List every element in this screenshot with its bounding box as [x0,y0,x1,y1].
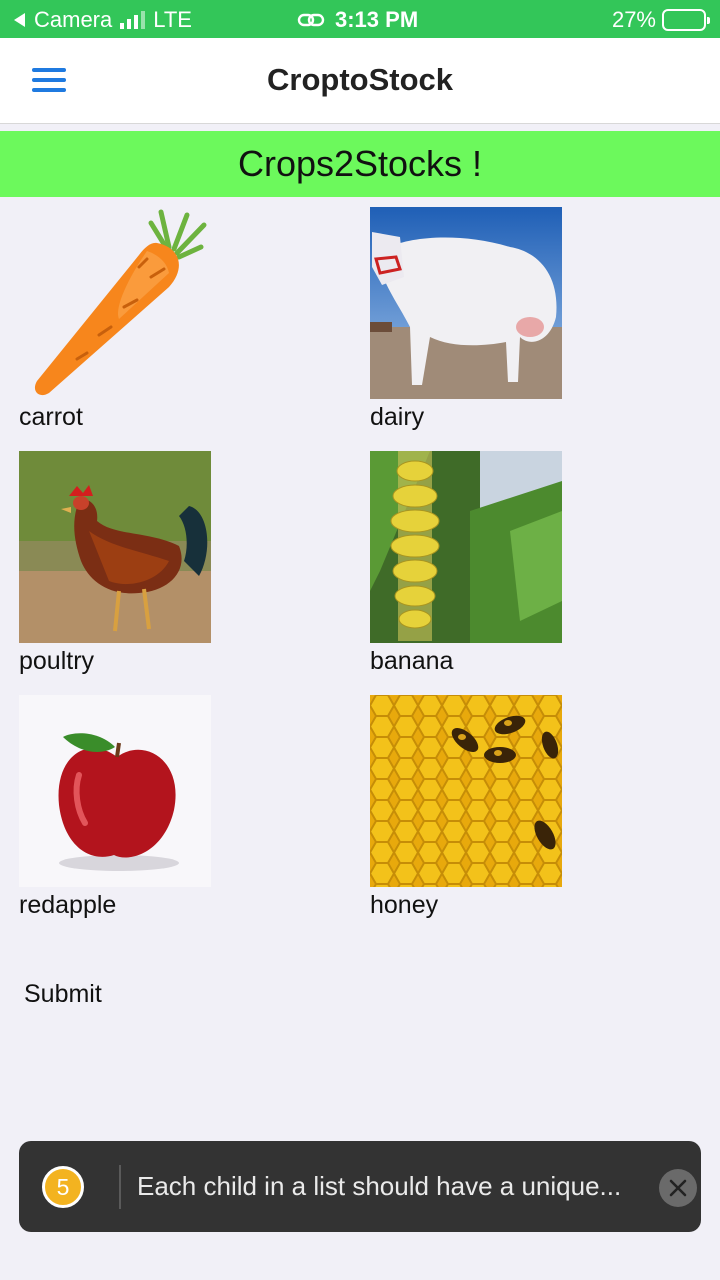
product-label: carrot [19,403,83,431]
app-header: CroptoStock [0,38,720,124]
carrot-image [19,207,211,399]
close-icon[interactable] [659,1169,697,1207]
product-tile-poultry[interactable]: poultry [19,451,211,676]
warning-toast[interactable]: 5 Each child in a list should have a uni… [19,1141,701,1232]
product-label: dairy [370,403,425,431]
product-label: redapple [19,891,117,919]
product-tile-banana[interactable]: banana [370,451,562,676]
product-tile-dairy[interactable]: dairy [370,207,562,432]
product-label: honey [370,891,439,919]
status-center: 3:13 PM [297,7,418,33]
warning-count-badge: 5 [42,1166,84,1208]
submit-button[interactable]: Submit [24,980,102,1009]
status-right: 27% [611,7,710,33]
toast-divider [119,1165,121,1209]
back-arrow-icon[interactable] [12,12,26,28]
battery-percent: 27% [611,7,656,32]
rooster-image [19,451,211,643]
product-label: poultry [19,647,95,675]
product-tile-carrot[interactable]: carrot [19,207,211,432]
banner-heading: Crops2Stocks ! [0,131,720,197]
honeycomb-image [370,695,562,887]
product-label: banana [370,647,454,675]
status-bar: Camera LTE 3:13 PM 27% [0,0,720,38]
toast-message[interactable]: Each child in a list should have a uniqu… [137,1171,621,1202]
signal-icon [120,11,146,29]
network-label: LTE [153,7,192,32]
banana-image [370,451,562,643]
cow-image [370,207,562,399]
product-tile-redapple[interactable]: redapple [19,695,211,920]
status-left: Camera LTE [12,7,192,33]
link-icon [297,13,325,27]
product-tile-honey[interactable]: honey [370,695,562,920]
apple-image [19,695,211,887]
clock: 3:13 PM [335,7,419,32]
page-title: CroptoStock [267,62,453,97]
battery-icon [662,9,710,31]
back-app-label[interactable]: Camera [34,7,112,33]
